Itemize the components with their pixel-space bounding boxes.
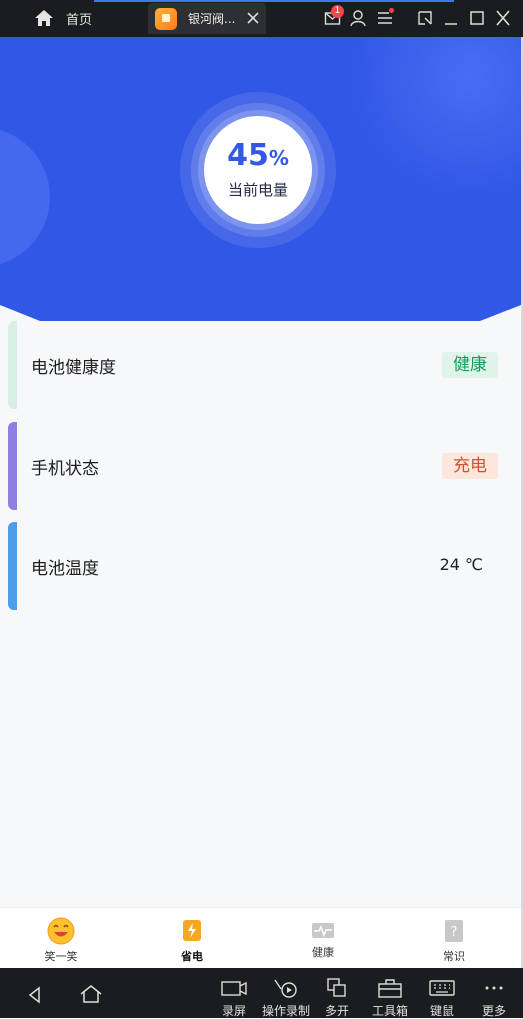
card-accent-bar bbox=[8, 422, 17, 510]
macro-record-icon bbox=[274, 979, 297, 998]
battery-temperature-card[interactable]: 电池温度 24 ℃ bbox=[8, 522, 521, 610]
toolbox-button[interactable]: 工具箱 bbox=[368, 968, 412, 1018]
svg-text:?: ? bbox=[451, 925, 458, 940]
percent-sign: % bbox=[268, 146, 289, 170]
menu-notification-dot bbox=[389, 8, 394, 13]
emulator-bottom-bar: 录屏 操作录制 多开 工具箱 键鼠 更多 bbox=[0, 968, 523, 1018]
active-tab-indicator bbox=[94, 0, 454, 2]
tab-label: 常识 bbox=[443, 950, 465, 963]
maximize-icon[interactable] bbox=[468, 8, 486, 28]
toolbox-icon bbox=[378, 979, 402, 998]
battery-level-circle: 45% 当前电量 bbox=[204, 116, 312, 224]
laugh-emoji-icon bbox=[47, 917, 75, 945]
screenshot-icon[interactable] bbox=[416, 8, 434, 28]
emulator-title-bar: 首页 银河阀... 1 bbox=[0, 0, 523, 37]
battery-percent: 45% bbox=[204, 139, 312, 175]
app-screen: 45% 当前电量 电池健康度 健康 手机状态 充电 电池温度 24 ℃ 笑一笑 bbox=[0, 37, 521, 968]
multi-instance-icon bbox=[327, 978, 346, 997]
home-tab-label: 首页 bbox=[66, 12, 93, 28]
card-label: 手机状态 bbox=[31, 459, 99, 479]
health-status-badge: 健康 bbox=[442, 352, 498, 378]
keyboard-icon bbox=[429, 980, 455, 996]
user-icon[interactable] bbox=[349, 8, 367, 28]
toolbar-label: 更多 bbox=[481, 1004, 506, 1018]
phone-status-card[interactable]: 手机状态 充电 bbox=[8, 422, 521, 510]
tab-label: 健康 bbox=[312, 946, 334, 959]
card-label: 电池温度 bbox=[31, 559, 99, 579]
macro-record-button[interactable]: 操作录制 bbox=[262, 968, 310, 1018]
tab-power-save[interactable]: 省电 bbox=[152, 908, 232, 968]
more-button[interactable]: 更多 bbox=[472, 968, 516, 1018]
close-window-icon[interactable] bbox=[494, 8, 512, 28]
power-save-icon bbox=[183, 920, 201, 941]
health-pulse-icon bbox=[312, 923, 334, 938]
card-label: 电池健康度 bbox=[31, 358, 116, 378]
question-help-icon: ? bbox=[445, 920, 463, 942]
reader-app-icon bbox=[155, 7, 177, 30]
tab-label: 笑一笑 bbox=[44, 950, 78, 963]
tab-label: 省电 bbox=[181, 950, 203, 963]
video-camera-icon bbox=[221, 981, 247, 996]
home-icon bbox=[35, 10, 53, 26]
android-home-icon[interactable] bbox=[79, 984, 103, 1004]
card-accent-bar bbox=[8, 522, 17, 610]
temperature-value: 24 ℃ bbox=[439, 555, 483, 574]
app-tab[interactable]: 银河阀... bbox=[148, 3, 266, 34]
record-screen-button[interactable]: 录屏 bbox=[212, 968, 256, 1018]
emulator-home-tab[interactable]: 首页 bbox=[34, 7, 92, 29]
minimize-icon[interactable] bbox=[443, 8, 459, 28]
app-tab-title: 银河阀... bbox=[188, 12, 236, 26]
more-icon bbox=[485, 986, 503, 990]
tab-knowledge[interactable]: ? 常识 bbox=[414, 908, 494, 968]
charging-status-badge: 充电 bbox=[442, 453, 498, 479]
back-icon[interactable] bbox=[26, 986, 44, 1004]
keyboard-mouse-button[interactable]: 键鼠 bbox=[420, 968, 464, 1018]
close-tab-icon[interactable] bbox=[244, 9, 262, 27]
mail-badge: 1 bbox=[331, 5, 344, 18]
card-accent-bar bbox=[8, 321, 17, 409]
battery-label: 当前电量 bbox=[227, 181, 288, 199]
battery-hero: 45% 当前电量 bbox=[0, 37, 521, 321]
tab-laugh[interactable]: 笑一笑 bbox=[21, 908, 101, 968]
tab-health[interactable]: 健康 bbox=[283, 908, 363, 968]
bottom-tab-bar: 笑一笑 省电 健康 ? 常识 bbox=[0, 907, 521, 968]
battery-health-card[interactable]: 电池健康度 健康 bbox=[8, 321, 521, 409]
battery-percent-value: 45 bbox=[227, 138, 269, 173]
multi-instance-button[interactable]: 多开 bbox=[315, 968, 359, 1018]
